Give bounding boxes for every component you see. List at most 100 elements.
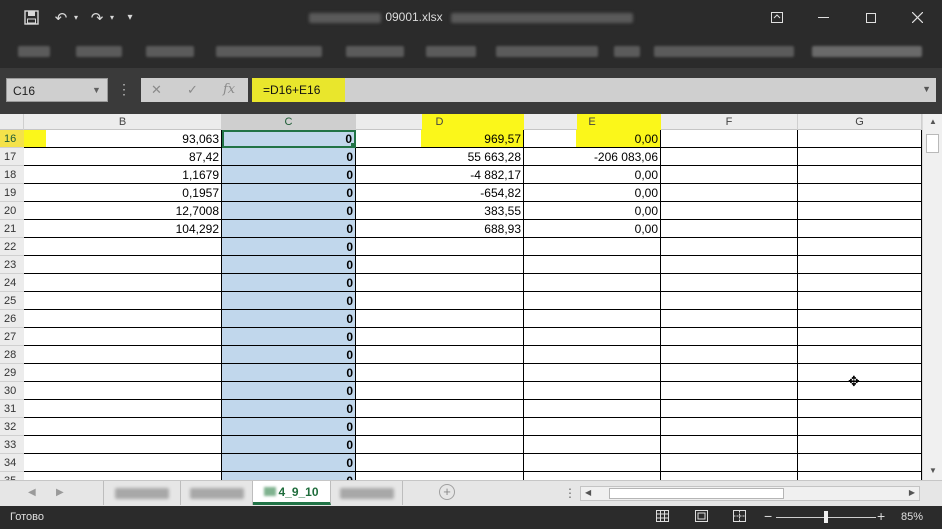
vertical-scrollbar[interactable]: ▲ ▼ bbox=[922, 114, 942, 480]
ribbon-tab-insert[interactable] bbox=[146, 46, 194, 57]
cell-d-29[interactable] bbox=[356, 364, 524, 382]
column-header-g[interactable]: G bbox=[798, 114, 922, 130]
cell-b-18[interactable]: 1,1679 bbox=[24, 166, 222, 184]
cell-b-16[interactable]: 93,063 bbox=[24, 130, 222, 148]
cell-g-17[interactable] bbox=[798, 148, 922, 166]
cell-g-19[interactable] bbox=[798, 184, 922, 202]
cell-e-29[interactable] bbox=[524, 364, 661, 382]
cell-c-20[interactable]: 0 bbox=[222, 202, 356, 220]
cell-e-32[interactable] bbox=[524, 418, 661, 436]
add-sheet-icon[interactable]: + bbox=[439, 484, 455, 500]
cell-c-29[interactable]: 0 bbox=[222, 364, 356, 382]
maximize-icon[interactable] bbox=[848, 0, 894, 35]
cell-c-23[interactable]: 0 bbox=[222, 256, 356, 274]
zoom-slider-knob[interactable] bbox=[824, 511, 828, 523]
row-header[interactable]: 16 bbox=[0, 130, 24, 148]
cell-f-32[interactable] bbox=[661, 418, 798, 436]
cell-f-25[interactable] bbox=[661, 292, 798, 310]
cell-d-26[interactable] bbox=[356, 310, 524, 328]
cell-b-17[interactable]: 87,42 bbox=[24, 148, 222, 166]
zoom-in-icon[interactable]: + bbox=[877, 508, 885, 524]
cell-d-31[interactable] bbox=[356, 400, 524, 418]
cell-c-28[interactable]: 0 bbox=[222, 346, 356, 364]
close-icon[interactable] bbox=[894, 0, 940, 35]
row-header[interactable]: 20 bbox=[0, 202, 24, 220]
column-header-d[interactable]: D bbox=[356, 114, 524, 130]
cell-g-20[interactable] bbox=[798, 202, 922, 220]
cell-c-25[interactable]: 0 bbox=[222, 292, 356, 310]
row-header[interactable]: 21 bbox=[0, 220, 24, 238]
ribbon-tab-home[interactable] bbox=[76, 46, 122, 57]
row-header[interactable]: 26 bbox=[0, 310, 24, 328]
row-header[interactable]: 28 bbox=[0, 346, 24, 364]
expand-formula-bar-icon[interactable]: ▼ bbox=[922, 84, 931, 94]
zoom-level[interactable]: 85% bbox=[901, 511, 923, 523]
row-header[interactable]: 18 bbox=[0, 166, 24, 184]
cell-b-28[interactable] bbox=[24, 346, 222, 364]
cell-b-33[interactable] bbox=[24, 436, 222, 454]
cell-c-19[interactable]: 0 bbox=[222, 184, 356, 202]
ribbon-tab-tell-me[interactable] bbox=[654, 46, 794, 57]
cell-c-32[interactable]: 0 bbox=[222, 418, 356, 436]
cell-e-19[interactable]: 0,00 bbox=[524, 184, 661, 202]
ribbon-tab-formulas[interactable] bbox=[346, 46, 404, 57]
cell-d-34[interactable] bbox=[356, 454, 524, 472]
next-sheet-icon[interactable]: ▶ bbox=[56, 487, 64, 498]
sheet-tab[interactable] bbox=[331, 481, 403, 505]
cell-b-21[interactable]: 104,292 bbox=[24, 220, 222, 238]
column-header-c[interactable]: C bbox=[222, 114, 356, 130]
cell-f-34[interactable] bbox=[661, 454, 798, 472]
sheet-tab[interactable] bbox=[103, 481, 181, 505]
cell-g-23[interactable] bbox=[798, 256, 922, 274]
cell-d-22[interactable] bbox=[356, 238, 524, 256]
cell-f-29[interactable] bbox=[661, 364, 798, 382]
cell-g-35[interactable] bbox=[798, 472, 922, 480]
cell-d-23[interactable] bbox=[356, 256, 524, 274]
minimize-icon[interactable] bbox=[800, 0, 846, 35]
cell-g-32[interactable] bbox=[798, 418, 922, 436]
row-header[interactable]: 17 bbox=[0, 148, 24, 166]
vertical-scroll-thumb[interactable] bbox=[926, 134, 939, 153]
cell-c-24[interactable]: 0 bbox=[222, 274, 356, 292]
row-header[interactable]: 30 bbox=[0, 382, 24, 400]
cell-f-19[interactable] bbox=[661, 184, 798, 202]
cell-f-21[interactable] bbox=[661, 220, 798, 238]
cell-b-27[interactable] bbox=[24, 328, 222, 346]
cell-d-25[interactable] bbox=[356, 292, 524, 310]
cell-c-35[interactable]: 0 bbox=[222, 472, 356, 480]
ribbon-display-options-icon[interactable] bbox=[754, 0, 800, 35]
column-header-b[interactable]: B bbox=[24, 114, 222, 130]
horizontal-scroll-thumb[interactable] bbox=[609, 488, 784, 499]
cell-d-35[interactable] bbox=[356, 472, 524, 480]
cell-e-27[interactable] bbox=[524, 328, 661, 346]
cell-f-18[interactable] bbox=[661, 166, 798, 184]
row-header[interactable]: 19 bbox=[0, 184, 24, 202]
cell-c-26[interactable]: 0 bbox=[222, 310, 356, 328]
cell-d-27[interactable] bbox=[356, 328, 524, 346]
cell-f-17[interactable] bbox=[661, 148, 798, 166]
cell-b-24[interactable] bbox=[24, 274, 222, 292]
cell-e-26[interactable] bbox=[524, 310, 661, 328]
cell-g-24[interactable] bbox=[798, 274, 922, 292]
ribbon-tab-page-layout[interactable] bbox=[216, 46, 322, 57]
cell-b-26[interactable] bbox=[24, 310, 222, 328]
cell-d-21[interactable]: 688,93 bbox=[356, 220, 524, 238]
cell-g-33[interactable] bbox=[798, 436, 922, 454]
cell-f-28[interactable] bbox=[661, 346, 798, 364]
scroll-down-icon[interactable]: ▼ bbox=[929, 466, 937, 475]
ribbon-tab-file[interactable] bbox=[18, 46, 50, 57]
cell-b-20[interactable]: 12,7008 bbox=[24, 202, 222, 220]
row-header[interactable]: 33 bbox=[0, 436, 24, 454]
column-header-e[interactable]: E bbox=[524, 114, 661, 130]
row-header[interactable]: 23 bbox=[0, 256, 24, 274]
scroll-left-icon[interactable]: ◀ bbox=[585, 488, 591, 497]
cell-b-30[interactable] bbox=[24, 382, 222, 400]
row-header[interactable]: 22 bbox=[0, 238, 24, 256]
cell-f-23[interactable] bbox=[661, 256, 798, 274]
page-break-view-icon[interactable] bbox=[732, 510, 746, 523]
cell-g-21[interactable] bbox=[798, 220, 922, 238]
cell-c-27[interactable]: 0 bbox=[222, 328, 356, 346]
cell-d-33[interactable] bbox=[356, 436, 524, 454]
cell-e-31[interactable] bbox=[524, 400, 661, 418]
cell-d-17[interactable]: 55 663,28 bbox=[356, 148, 524, 166]
